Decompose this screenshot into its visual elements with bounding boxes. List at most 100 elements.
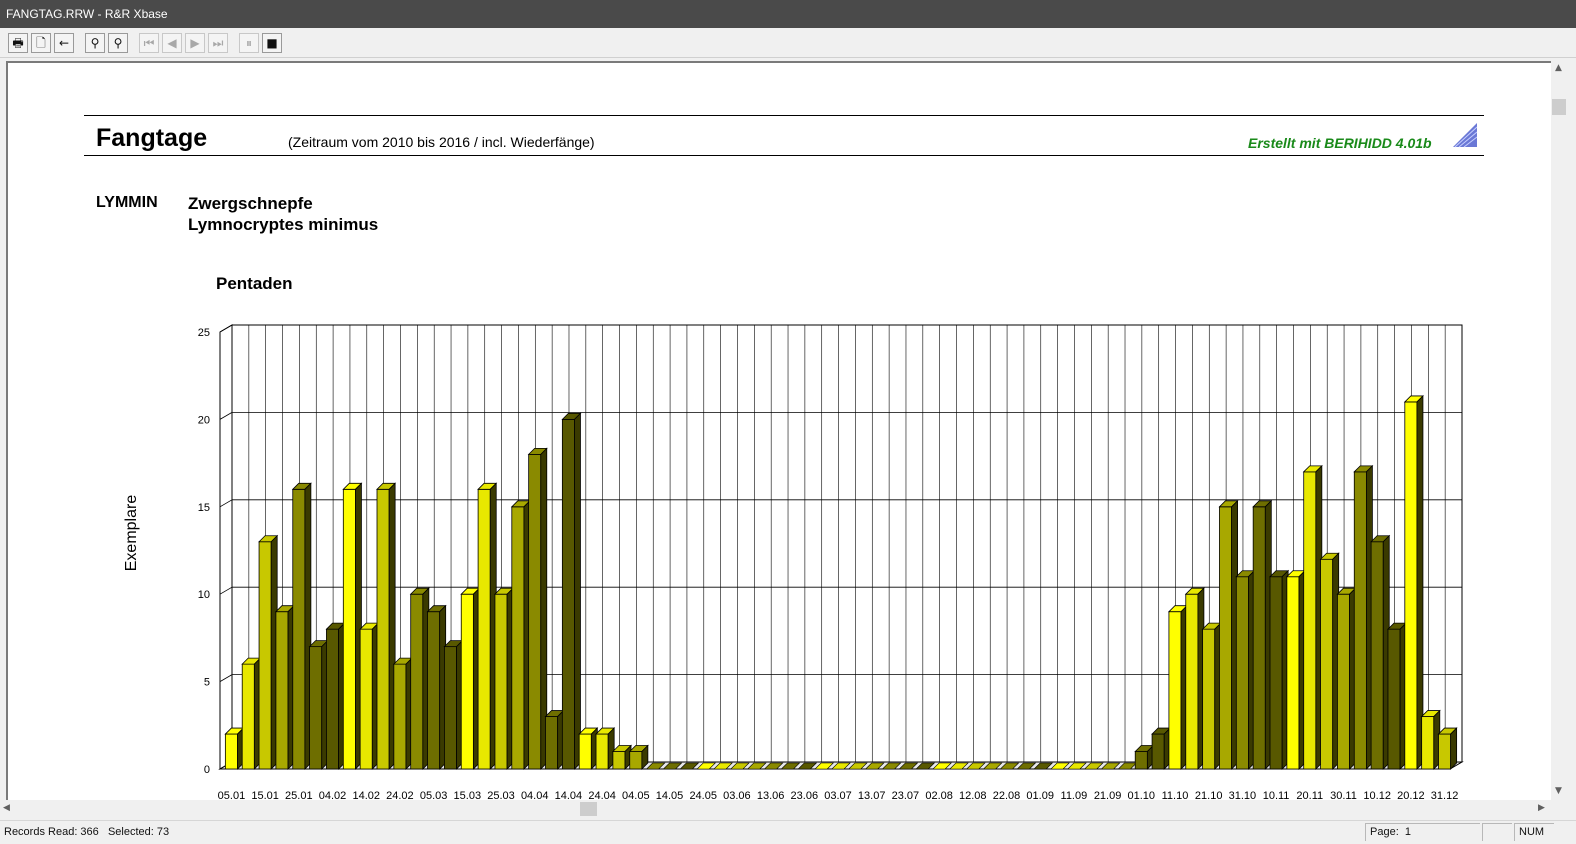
bar-front: [1303, 471, 1317, 770]
bar-front: [258, 541, 272, 770]
first-page-icon[interactable]: ⏮: [139, 33, 159, 53]
chart-bar: [241, 657, 262, 770]
vertical-scroll-thumb[interactable]: [1552, 99, 1566, 115]
chart-bar: [359, 622, 380, 770]
chart-bar: [1336, 587, 1357, 770]
bar-front: [1438, 733, 1452, 770]
chart-bar: [561, 412, 582, 770]
x-tick-label: 01.10: [1128, 790, 1156, 800]
y-tick-label: 25: [198, 327, 210, 339]
chart-bar: [460, 587, 481, 770]
bar-front: [1269, 576, 1283, 770]
chart-bar: [1319, 552, 1340, 770]
y-tick-label: 20: [198, 414, 210, 426]
chart-bar: [409, 587, 430, 770]
chart-bar: [1218, 499, 1239, 770]
bar-front: [1202, 628, 1216, 770]
chart-bar: [1403, 394, 1424, 770]
x-tick-label: 11.10: [1162, 790, 1189, 800]
bar-front: [326, 628, 339, 770]
x-tick-label: 04.05: [622, 790, 650, 800]
x-tick-label: 31.10: [1229, 790, 1257, 800]
x-tick-label: 13.07: [858, 790, 886, 800]
chart-side-wall: [219, 324, 233, 770]
x-tick-label: 05.01: [218, 790, 246, 800]
chart-bar: [544, 709, 565, 770]
horizontal-scrollbar[interactable]: ◀ ▶: [0, 800, 1551, 818]
bar-front: [545, 716, 559, 770]
bar-front: [477, 488, 491, 770]
chart-bar: [595, 727, 616, 770]
bar-front: [1134, 751, 1148, 770]
records-status: Records Read: 366 Selected: 73: [4, 826, 170, 838]
x-tick-label: 05.03: [420, 790, 448, 800]
chart-bar: [342, 482, 363, 770]
x-tick-label: 23.06: [791, 790, 819, 800]
horizontal-scroll-thumb[interactable]: [580, 802, 597, 816]
x-tick-label: 22.08: [993, 790, 1021, 800]
scroll-right-icon[interactable]: ▶: [1538, 803, 1545, 813]
chart-bar: [510, 499, 531, 770]
bar-side: [574, 412, 581, 770]
bar-front: [342, 488, 356, 770]
bar-front: [359, 628, 373, 770]
x-tick-label: 10.12: [1363, 790, 1391, 800]
chart-bar: [1353, 464, 1374, 770]
vertical-scrollbar[interactable]: ▲ ▼: [1551, 61, 1568, 800]
chart-bar: [1302, 464, 1323, 770]
zoom-out-icon[interactable]: ⚲: [85, 33, 105, 53]
x-tick-label: 14.02: [352, 790, 380, 800]
scroll-corner: [1551, 800, 1576, 818]
status-blank-cell: [1482, 823, 1512, 841]
chart-bar: [1184, 587, 1205, 770]
x-tick-label: 03.06: [723, 790, 751, 800]
x-tick-label: 24.05: [689, 790, 717, 800]
chart-bar: [1437, 727, 1458, 770]
y-axis-label: Exemplare: [123, 495, 140, 572]
x-tick-label: 04.04: [521, 790, 549, 800]
x-tick-label: 01.09: [1026, 790, 1054, 800]
scroll-up-icon[interactable]: ▲: [1555, 63, 1562, 73]
bar-front: [1353, 471, 1367, 770]
scroll-left-icon[interactable]: ◀: [3, 803, 10, 813]
back-arrow-icon[interactable]: ←: [54, 33, 74, 53]
page-icon[interactable]: 🗋: [31, 33, 51, 53]
bar-front: [1320, 558, 1334, 770]
chart-bar: [426, 604, 447, 770]
last-page-icon[interactable]: ⏭: [208, 33, 228, 53]
bar-front: [612, 751, 626, 770]
x-tick-label: 20.12: [1397, 790, 1425, 800]
bar-front: [1370, 541, 1384, 770]
x-tick-label: 14.05: [656, 790, 684, 800]
chart-bar: [308, 639, 329, 770]
chart-bar: [1235, 569, 1256, 770]
bar-front: [460, 593, 474, 770]
chart-bar: [493, 587, 515, 770]
zoom-in-icon[interactable]: ⚲: [108, 33, 128, 53]
chart-bar: [1134, 744, 1155, 770]
y-tick-label: 15: [198, 502, 210, 514]
scroll-down-icon[interactable]: ▼: [1555, 786, 1562, 796]
pause-icon[interactable]: ⏸: [239, 33, 259, 53]
x-tick-label: 24.02: [386, 790, 414, 800]
print-icon[interactable]: 🖶: [8, 33, 28, 53]
chart-bar: [291, 482, 312, 770]
next-page-icon[interactable]: ▶: [185, 33, 205, 53]
chart-bar: [1252, 499, 1273, 770]
stop-icon[interactable]: ■: [262, 33, 282, 53]
x-tick-label: 13.06: [757, 790, 785, 800]
bar-front: [494, 593, 508, 770]
bar-front: [1337, 593, 1350, 770]
window-title: FANGTAG.RRW - R&R Xbase: [0, 0, 1576, 28]
chart-bar: [224, 727, 245, 770]
bar-front: [595, 733, 609, 770]
bar-front: [1168, 611, 1182, 770]
prev-page-icon[interactable]: ◀: [162, 33, 182, 53]
page-status: Page: 1: [1365, 823, 1480, 841]
report-page: Fangtage (Zeitraum vom 2010 bis 2016 / i…: [6, 61, 1551, 800]
bar-front: [528, 453, 542, 770]
chart-bar: [1370, 534, 1391, 770]
x-tick-label: 23.07: [892, 790, 920, 800]
x-tick-label: 12.08: [959, 790, 987, 800]
chart-bar: [1151, 727, 1172, 770]
